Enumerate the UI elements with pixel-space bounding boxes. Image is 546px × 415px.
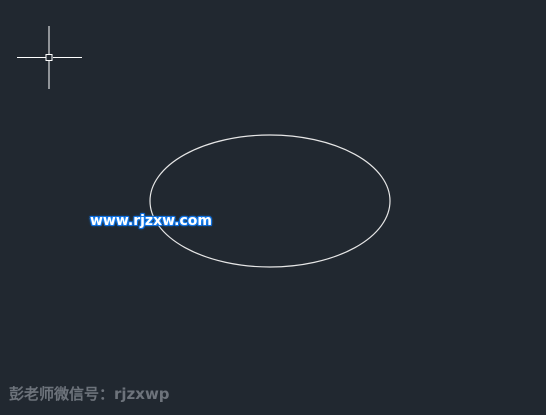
drawing-canvas[interactable]: www.rjzxw.com 彭老师微信号：rjzxwp — [0, 0, 546, 415]
watermark-wechat: 彭老师微信号：rjzxwp — [9, 385, 170, 403]
ellipse-shape[interactable] — [149, 134, 391, 268]
watermark-url: www.rjzxw.com — [90, 213, 212, 229]
crosshair-pickbox-icon — [17, 26, 82, 89]
drawing-area — [17, 26, 391, 268]
